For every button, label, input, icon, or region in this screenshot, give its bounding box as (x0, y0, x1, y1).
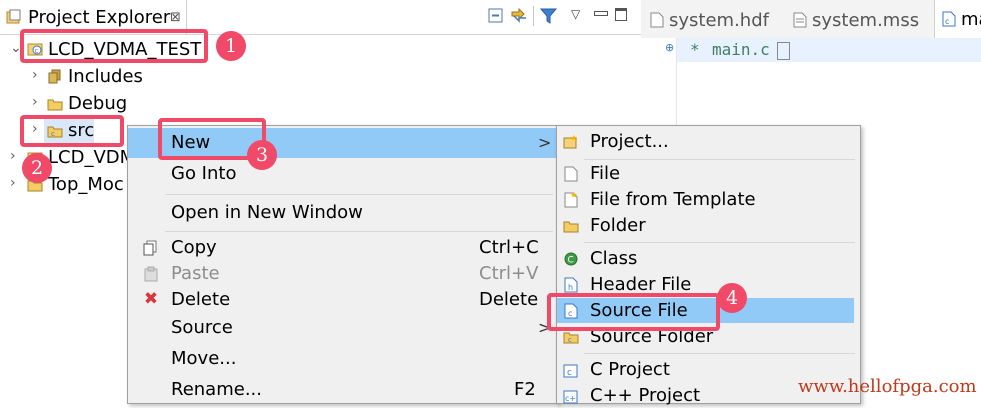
menu-separator (165, 194, 553, 195)
maximize-icon[interactable] (615, 8, 627, 21)
menu-item-source[interactable]: Source (171, 317, 233, 338)
tree-item-top-moc[interactable]: Top_Moc (48, 174, 124, 195)
header-file-icon: h (563, 277, 579, 293)
paste-shortcut: Ctrl+V (479, 263, 539, 284)
menu-item-copy[interactable]: Copy (171, 237, 217, 258)
submenu-item-cpp-project[interactable]: C++ Project (590, 385, 700, 406)
view-menu-icon[interactable]: ▽ (571, 7, 580, 21)
svg-text:c: c (567, 368, 572, 378)
text-cursor (777, 42, 790, 60)
collapse-chevron-icon[interactable]: › (32, 94, 38, 110)
svg-text:c: c (568, 336, 572, 344)
editor-comment-marker: * (690, 40, 700, 59)
menu-item-go-into[interactable]: Go Into (171, 163, 236, 184)
submenu-item-class[interactable]: Class (590, 248, 637, 269)
editor-tab-label: system.mss (812, 10, 920, 31)
menu-item-rename[interactable]: Rename... (171, 379, 262, 400)
mss-file-icon (793, 12, 807, 28)
close-icon[interactable]: ⊠ (170, 10, 181, 25)
annotation-badge-1: 1 (216, 31, 246, 61)
file-icon (650, 12, 664, 28)
editor-tab-label: ma (961, 9, 981, 30)
submenu-item-header-file[interactable]: Header File (590, 274, 691, 295)
folder-icon (47, 96, 63, 112)
svg-text:h: h (568, 283, 573, 292)
menu-separator (584, 159, 855, 160)
link-with-editor-icon[interactable] (510, 6, 528, 24)
collapse-all-icon[interactable] (488, 8, 504, 24)
delete-shortcut: Delete (479, 289, 539, 310)
c-file-icon: c (942, 11, 956, 27)
editor-tab-main-c[interactable]: c ma (934, 0, 981, 38)
annotation-box-1 (20, 29, 208, 63)
class-icon: C (563, 251, 579, 267)
tree-item-debug[interactable]: Debug (68, 93, 127, 114)
editor-tab-label: system.hdf (669, 10, 769, 31)
collapse-chevron-icon[interactable]: › (10, 175, 16, 191)
submenu-item-file-from-template[interactable]: File from Template (590, 189, 756, 210)
editor-tab-system-hdf[interactable]: system.hdf (645, 4, 787, 36)
editor-line-text: main.c (712, 40, 770, 59)
tree-item-lcd-vdm[interactable]: LCD_VDM (48, 147, 135, 168)
submenu-item-folder[interactable]: Folder (590, 215, 646, 236)
tree-item-includes[interactable]: Includes (68, 66, 143, 87)
menu-separator (584, 242, 855, 243)
filter-icon[interactable] (539, 7, 558, 25)
new-file-icon (563, 166, 579, 182)
menu-separator (584, 353, 855, 354)
menu-item-open-in-new-window[interactable]: Open in New Window (171, 202, 363, 223)
annotation-badge-4: 4 (717, 283, 747, 313)
includes-icon (47, 69, 63, 85)
submenu-item-c-project[interactable]: C Project (590, 359, 670, 380)
new-folder-icon (563, 218, 579, 234)
copy-shortcut: Ctrl+C (479, 237, 539, 258)
minimize-icon[interactable] (594, 11, 608, 16)
project-wizard-icon (563, 134, 579, 150)
svg-text:c: c (945, 17, 949, 26)
menu-item-paste[interactable]: Paste (171, 263, 220, 284)
submenu-item-file[interactable]: File (590, 163, 620, 184)
submenu-item-project[interactable]: Project... (590, 131, 669, 152)
collapse-chevron-icon[interactable]: › (32, 67, 38, 83)
paste-icon (143, 266, 159, 282)
file-template-icon (563, 192, 579, 208)
annotation-box-4 (547, 293, 720, 331)
fold-plus-icon[interactable]: ⊕ (665, 41, 674, 54)
svg-text:C: C (568, 256, 574, 266)
view-separator (533, 6, 534, 26)
menu-item-move[interactable]: Move... (171, 348, 236, 369)
annotation-badge-2: 2 (22, 153, 52, 183)
c-project-icon: c (563, 362, 579, 378)
watermark: www.hellofpga.com (798, 376, 977, 397)
annotation-badge-3: 3 (247, 140, 277, 170)
editor-tab-system-mss[interactable]: system.mss (790, 4, 932, 36)
submenu-arrow-icon: > (538, 133, 552, 152)
source-folder-icon: c (563, 329, 579, 345)
delete-icon: ✖ (143, 289, 159, 309)
menu-item-delete[interactable]: Delete (171, 289, 230, 310)
copy-icon (143, 240, 159, 256)
rename-shortcut: F2 (514, 379, 536, 400)
menu-separator (165, 231, 553, 232)
project-explorer-title: Project Explorer (28, 7, 171, 28)
project-explorer-icon (6, 9, 22, 25)
annotation-box-2 (20, 115, 124, 147)
collapse-chevron-icon[interactable]: › (10, 148, 16, 164)
